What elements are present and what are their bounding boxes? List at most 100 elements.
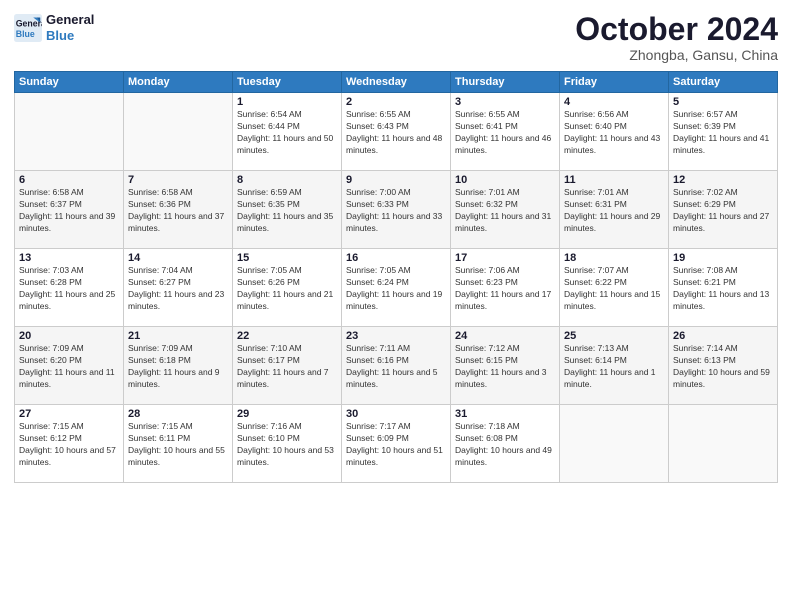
day-number: 31 <box>455 408 555 420</box>
day-number: 4 <box>564 96 664 108</box>
day-number: 23 <box>346 330 446 342</box>
calendar-cell: 11Sunrise: 7:01 AM Sunset: 6:31 PM Dayli… <box>560 171 669 249</box>
calendar-cell: 24Sunrise: 7:12 AM Sunset: 6:15 PM Dayli… <box>451 327 560 405</box>
calendar-week-2: 6Sunrise: 6:58 AM Sunset: 6:37 PM Daylig… <box>15 171 778 249</box>
calendar-cell: 26Sunrise: 7:14 AM Sunset: 6:13 PM Dayli… <box>669 327 778 405</box>
calendar-cell: 18Sunrise: 7:07 AM Sunset: 6:22 PM Dayli… <box>560 249 669 327</box>
location: Zhongba, Gansu, China <box>575 47 778 63</box>
day-number: 5 <box>673 96 773 108</box>
day-info: Sunrise: 7:12 AM Sunset: 6:15 PM Dayligh… <box>455 343 555 391</box>
day-info: Sunrise: 7:05 AM Sunset: 6:26 PM Dayligh… <box>237 265 337 313</box>
day-number: 3 <box>455 96 555 108</box>
day-number: 29 <box>237 408 337 420</box>
day-number: 18 <box>564 252 664 264</box>
weekday-header-saturday: Saturday <box>669 72 778 93</box>
day-number: 26 <box>673 330 773 342</box>
calendar-cell <box>15 93 124 171</box>
logo-icon: General Blue <box>14 14 42 42</box>
day-number: 7 <box>128 174 228 186</box>
day-number: 20 <box>19 330 119 342</box>
calendar-cell: 7Sunrise: 6:58 AM Sunset: 6:36 PM Daylig… <box>124 171 233 249</box>
calendar-cell: 31Sunrise: 7:18 AM Sunset: 6:08 PM Dayli… <box>451 405 560 483</box>
day-number: 11 <box>564 174 664 186</box>
day-number: 6 <box>19 174 119 186</box>
day-info: Sunrise: 6:55 AM Sunset: 6:43 PM Dayligh… <box>346 109 446 157</box>
calendar-cell: 19Sunrise: 7:08 AM Sunset: 6:21 PM Dayli… <box>669 249 778 327</box>
day-info: Sunrise: 7:09 AM Sunset: 6:18 PM Dayligh… <box>128 343 228 391</box>
calendar-cell: 12Sunrise: 7:02 AM Sunset: 6:29 PM Dayli… <box>669 171 778 249</box>
day-info: Sunrise: 7:04 AM Sunset: 6:27 PM Dayligh… <box>128 265 228 313</box>
calendar-cell: 30Sunrise: 7:17 AM Sunset: 6:09 PM Dayli… <box>342 405 451 483</box>
day-number: 22 <box>237 330 337 342</box>
day-number: 10 <box>455 174 555 186</box>
logo: General Blue General Blue <box>14 12 94 43</box>
calendar-cell: 28Sunrise: 7:15 AM Sunset: 6:11 PM Dayli… <box>124 405 233 483</box>
day-info: Sunrise: 7:13 AM Sunset: 6:14 PM Dayligh… <box>564 343 664 391</box>
day-number: 14 <box>128 252 228 264</box>
day-info: Sunrise: 7:14 AM Sunset: 6:13 PM Dayligh… <box>673 343 773 391</box>
day-info: Sunrise: 7:15 AM Sunset: 6:12 PM Dayligh… <box>19 421 119 469</box>
day-info: Sunrise: 7:16 AM Sunset: 6:10 PM Dayligh… <box>237 421 337 469</box>
day-info: Sunrise: 6:59 AM Sunset: 6:35 PM Dayligh… <box>237 187 337 235</box>
calendar-table: SundayMondayTuesdayWednesdayThursdayFrid… <box>14 71 778 483</box>
day-number: 19 <box>673 252 773 264</box>
calendar-cell: 13Sunrise: 7:03 AM Sunset: 6:28 PM Dayli… <box>15 249 124 327</box>
day-info: Sunrise: 7:06 AM Sunset: 6:23 PM Dayligh… <box>455 265 555 313</box>
day-info: Sunrise: 7:02 AM Sunset: 6:29 PM Dayligh… <box>673 187 773 235</box>
day-info: Sunrise: 7:03 AM Sunset: 6:28 PM Dayligh… <box>19 265 119 313</box>
calendar-week-5: 27Sunrise: 7:15 AM Sunset: 6:12 PM Dayli… <box>15 405 778 483</box>
calendar-cell: 21Sunrise: 7:09 AM Sunset: 6:18 PM Dayli… <box>124 327 233 405</box>
day-info: Sunrise: 7:05 AM Sunset: 6:24 PM Dayligh… <box>346 265 446 313</box>
day-info: Sunrise: 6:56 AM Sunset: 6:40 PM Dayligh… <box>564 109 664 157</box>
calendar-cell: 22Sunrise: 7:10 AM Sunset: 6:17 PM Dayli… <box>233 327 342 405</box>
calendar-cell: 15Sunrise: 7:05 AM Sunset: 6:26 PM Dayli… <box>233 249 342 327</box>
day-info: Sunrise: 7:09 AM Sunset: 6:20 PM Dayligh… <box>19 343 119 391</box>
calendar-cell: 1Sunrise: 6:54 AM Sunset: 6:44 PM Daylig… <box>233 93 342 171</box>
svg-text:Blue: Blue <box>16 28 35 38</box>
calendar-cell: 16Sunrise: 7:05 AM Sunset: 6:24 PM Dayli… <box>342 249 451 327</box>
day-number: 30 <box>346 408 446 420</box>
calendar-cell <box>560 405 669 483</box>
calendar-cell: 20Sunrise: 7:09 AM Sunset: 6:20 PM Dayli… <box>15 327 124 405</box>
logo-text: General Blue <box>46 12 94 43</box>
day-info: Sunrise: 7:17 AM Sunset: 6:09 PM Dayligh… <box>346 421 446 469</box>
weekday-header-friday: Friday <box>560 72 669 93</box>
calendar-cell: 17Sunrise: 7:06 AM Sunset: 6:23 PM Dayli… <box>451 249 560 327</box>
calendar-cell: 2Sunrise: 6:55 AM Sunset: 6:43 PM Daylig… <box>342 93 451 171</box>
calendar-cell: 6Sunrise: 6:58 AM Sunset: 6:37 PM Daylig… <box>15 171 124 249</box>
day-number: 8 <box>237 174 337 186</box>
day-number: 25 <box>564 330 664 342</box>
day-info: Sunrise: 7:11 AM Sunset: 6:16 PM Dayligh… <box>346 343 446 391</box>
weekday-header-monday: Monday <box>124 72 233 93</box>
day-number: 16 <box>346 252 446 264</box>
day-info: Sunrise: 6:55 AM Sunset: 6:41 PM Dayligh… <box>455 109 555 157</box>
day-number: 17 <box>455 252 555 264</box>
day-info: Sunrise: 7:18 AM Sunset: 6:08 PM Dayligh… <box>455 421 555 469</box>
day-number: 2 <box>346 96 446 108</box>
day-number: 13 <box>19 252 119 264</box>
weekday-header-wednesday: Wednesday <box>342 72 451 93</box>
day-info: Sunrise: 7:01 AM Sunset: 6:32 PM Dayligh… <box>455 187 555 235</box>
header: General Blue General Blue October 2024 Z… <box>14 12 778 63</box>
calendar-cell <box>124 93 233 171</box>
day-info: Sunrise: 7:01 AM Sunset: 6:31 PM Dayligh… <box>564 187 664 235</box>
day-number: 12 <box>673 174 773 186</box>
day-info: Sunrise: 6:57 AM Sunset: 6:39 PM Dayligh… <box>673 109 773 157</box>
weekday-header-thursday: Thursday <box>451 72 560 93</box>
calendar-cell: 4Sunrise: 6:56 AM Sunset: 6:40 PM Daylig… <box>560 93 669 171</box>
calendar-cell: 14Sunrise: 7:04 AM Sunset: 6:27 PM Dayli… <box>124 249 233 327</box>
day-info: Sunrise: 7:07 AM Sunset: 6:22 PM Dayligh… <box>564 265 664 313</box>
calendar-cell: 23Sunrise: 7:11 AM Sunset: 6:16 PM Dayli… <box>342 327 451 405</box>
calendar-week-4: 20Sunrise: 7:09 AM Sunset: 6:20 PM Dayli… <box>15 327 778 405</box>
calendar-week-3: 13Sunrise: 7:03 AM Sunset: 6:28 PM Dayli… <box>15 249 778 327</box>
month-title: October 2024 <box>575 12 778 47</box>
calendar-cell <box>669 405 778 483</box>
day-number: 27 <box>19 408 119 420</box>
day-number: 15 <box>237 252 337 264</box>
calendar-cell: 5Sunrise: 6:57 AM Sunset: 6:39 PM Daylig… <box>669 93 778 171</box>
calendar-cell: 8Sunrise: 6:59 AM Sunset: 6:35 PM Daylig… <box>233 171 342 249</box>
calendar-cell: 9Sunrise: 7:00 AM Sunset: 6:33 PM Daylig… <box>342 171 451 249</box>
day-number: 21 <box>128 330 228 342</box>
calendar-cell: 25Sunrise: 7:13 AM Sunset: 6:14 PM Dayli… <box>560 327 669 405</box>
day-info: Sunrise: 7:00 AM Sunset: 6:33 PM Dayligh… <box>346 187 446 235</box>
